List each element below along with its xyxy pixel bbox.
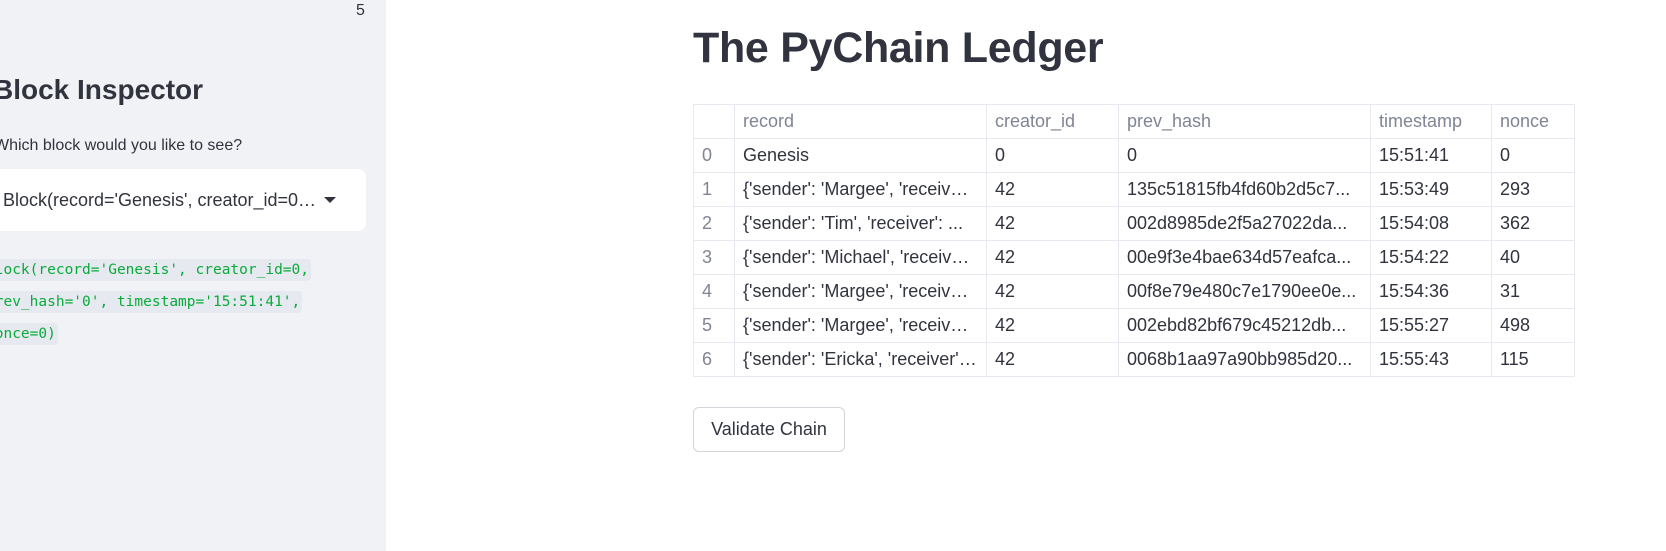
prev-hash-cell[interactable]: 0068b1aa97a90bb985d20... bbox=[1118, 342, 1371, 377]
code-line: prev_hash='0', timestamp='15:51:41', bbox=[0, 286, 311, 318]
creator-id-cell[interactable]: 42 bbox=[986, 172, 1119, 207]
column-header-index[interactable] bbox=[693, 104, 735, 139]
nonce-cell[interactable]: 0 bbox=[1491, 138, 1575, 173]
row-index-cell[interactable]: 2 bbox=[693, 206, 735, 241]
nonce-cell[interactable]: 40 bbox=[1491, 240, 1575, 275]
table-row: 4 {'sender': 'Margee', 'receiver': ... 4… bbox=[693, 274, 1575, 309]
creator-id-cell[interactable]: 42 bbox=[986, 308, 1119, 343]
prev-hash-cell[interactable]: 002d8985de2f5a27022da... bbox=[1118, 206, 1371, 241]
row-index-cell[interactable]: 3 bbox=[693, 240, 735, 275]
creator-id-cell[interactable]: 42 bbox=[986, 206, 1119, 241]
table-row: 3 {'sender': 'Michael', 'receiver': ... … bbox=[693, 240, 1575, 275]
sidebar: 5 Block Inspector Which block would you … bbox=[0, 0, 386, 551]
prev-hash-cell[interactable]: 002ebd82bf679c45212db... bbox=[1118, 308, 1371, 343]
prev-hash-cell[interactable]: 00f8e79e480c7e1790ee0e... bbox=[1118, 274, 1371, 309]
creator-id-cell[interactable]: 42 bbox=[986, 240, 1119, 275]
prev-hash-cell[interactable]: 135c51815fb4fd60b2d5c7... bbox=[1118, 172, 1371, 207]
chevron-down-icon[interactable] bbox=[324, 197, 336, 203]
prev-hash-cell[interactable]: 0 bbox=[1118, 138, 1371, 173]
nonce-cell[interactable]: 293 bbox=[1491, 172, 1575, 207]
row-index-cell[interactable]: 1 bbox=[693, 172, 735, 207]
timestamp-cell[interactable]: 15:55:43 bbox=[1370, 342, 1492, 377]
record-cell[interactable]: {'sender': 'Margee', 'receiver': ... bbox=[734, 308, 987, 343]
validate-chain-button[interactable]: Validate Chain bbox=[693, 407, 845, 452]
record-cell[interactable]: {'sender': 'Margee', 'receiver': ... bbox=[734, 172, 987, 207]
table-row: 6 {'sender': 'Ericka', 'receiver': ... 4… bbox=[693, 342, 1575, 377]
block-inspector-heading: Block Inspector bbox=[0, 74, 204, 105]
table-row: 5 {'sender': 'Margee', 'receiver': ... 4… bbox=[693, 308, 1575, 343]
nonce-cell[interactable]: 498 bbox=[1491, 308, 1575, 343]
row-index-cell[interactable]: 4 bbox=[693, 274, 735, 309]
record-cell[interactable]: {'sender': 'Margee', 'receiver': ... bbox=[734, 274, 987, 309]
timestamp-cell[interactable]: 15:55:27 bbox=[1370, 308, 1492, 343]
record-cell[interactable]: {'sender': 'Ericka', 'receiver': ... bbox=[734, 342, 987, 377]
block-select-value: Block(record='Genesis', creator_id=0, pr… bbox=[3, 189, 317, 210]
column-header-creator-id[interactable]: creator_id bbox=[986, 104, 1119, 139]
nonce-cell[interactable]: 115 bbox=[1491, 342, 1575, 377]
table-header-row: record creator_id prev_hash timestamp no… bbox=[693, 104, 1575, 139]
timestamp-cell[interactable]: 15:53:49 bbox=[1370, 172, 1492, 207]
timestamp-cell[interactable]: 15:54:36 bbox=[1370, 274, 1492, 309]
table-row: 2 {'sender': 'Tim', 'receiver': ... 42 0… bbox=[693, 206, 1575, 241]
creator-id-cell[interactable]: 0 bbox=[986, 138, 1119, 173]
sidebar-number-value: 5 bbox=[356, 2, 365, 19]
prev-hash-cell[interactable]: 00e9f3e4bae634d57eafca... bbox=[1118, 240, 1371, 275]
column-header-nonce[interactable]: nonce bbox=[1491, 104, 1575, 139]
nonce-cell[interactable]: 31 bbox=[1491, 274, 1575, 309]
block-selectbox[interactable]: Block(record='Genesis', creator_id=0, pr… bbox=[0, 169, 366, 231]
column-header-record[interactable]: record bbox=[734, 104, 987, 139]
timestamp-cell[interactable]: 15:51:41 bbox=[1370, 138, 1492, 173]
row-index-cell[interactable]: 0 bbox=[693, 138, 735, 173]
timestamp-cell[interactable]: 15:54:08 bbox=[1370, 206, 1492, 241]
column-header-timestamp[interactable]: timestamp bbox=[1370, 104, 1492, 139]
block-select-label: Which block would you like to see? bbox=[0, 137, 243, 154]
code-line: nonce=0) bbox=[0, 318, 311, 350]
code-line: Block(record='Genesis', creator_id=0, bbox=[0, 254, 312, 286]
nonce-cell[interactable]: 362 bbox=[1491, 206, 1575, 241]
ledger-table: record creator_id prev_hash timestamp no… bbox=[693, 104, 1575, 377]
record-cell[interactable]: {'sender': 'Michael', 'receiver': ... bbox=[734, 240, 987, 275]
table-row: 0 Genesis 0 0 15:51:41 0 bbox=[693, 138, 1575, 173]
row-index-cell[interactable]: 5 bbox=[693, 308, 735, 343]
creator-id-cell[interactable]: 42 bbox=[986, 342, 1119, 377]
record-cell[interactable]: {'sender': 'Tim', 'receiver': ... bbox=[734, 206, 987, 241]
column-header-prev-hash[interactable]: prev_hash bbox=[1118, 104, 1371, 139]
block-code-output: Block(record='Genesis', creator_id=0, pr… bbox=[0, 254, 312, 350]
timestamp-cell[interactable]: 15:54:22 bbox=[1370, 240, 1492, 275]
creator-id-cell[interactable]: 42 bbox=[986, 274, 1119, 309]
row-index-cell[interactable]: 6 bbox=[693, 342, 735, 377]
page-title: The PyChain Ledger bbox=[693, 24, 1104, 72]
table-row: 1 {'sender': 'Margee', 'receiver': ... 4… bbox=[693, 172, 1575, 207]
record-cell[interactable]: Genesis bbox=[734, 138, 987, 173]
